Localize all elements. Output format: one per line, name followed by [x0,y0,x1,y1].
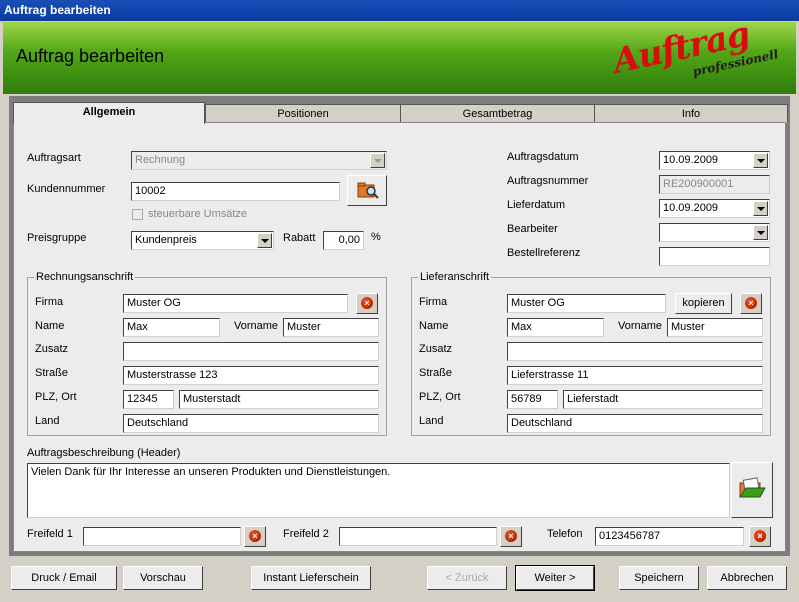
liefer-vorname-label: Vorname [618,320,663,332]
auftragsdatum-label: Auftragsdatum [507,151,579,163]
rabatt-unit: % [371,231,381,243]
preisgruppe-label: Preisgruppe [27,232,87,244]
steuerbare-checkbox[interactable] [132,209,143,220]
liefer-clear-button[interactable]: × [740,293,762,314]
freifeld1-clear-button[interactable]: × [244,526,266,547]
folder-open-icon [739,477,766,498]
liefer-plzort-label: PLZ, Ort [419,391,461,403]
liefer-strasse-field[interactable]: Lieferstrasse 11 [507,366,763,385]
liefer-land-label: Land [419,415,444,427]
liefer-ort-field[interactable]: Lieferstadt [563,390,763,409]
zurueck-button: < Zurück [427,566,507,590]
tab-allgemein[interactable]: Allgemein [13,102,205,124]
instant-lieferschein-button[interactable]: Instant Lieferschein [251,566,371,590]
bestellreferenz-field[interactable] [659,247,770,266]
liefer-name-label: Name [419,320,449,332]
rabatt-label: Rabatt [283,232,316,244]
liefer-name-field[interactable]: Max [507,318,604,337]
freifeld1-field[interactable] [83,527,241,546]
druck-email-button[interactable]: Druck / Email [11,566,117,590]
window-title-bar: Auftrag bearbeiten [0,0,799,21]
rechnung-zusatz-field[interactable] [123,342,379,361]
liefer-plz-field[interactable]: 56789 [507,390,558,409]
close-icon: × [745,297,757,309]
kopieren-button[interactable]: kopieren [675,293,732,314]
lieferanschrift-title: Lieferanschrift [418,271,492,283]
close-icon: × [505,530,517,542]
preisgruppe-select[interactable]: Kundenpreis [131,231,274,250]
rechnung-ort-field[interactable]: Musterstadt [179,390,379,409]
rechnung-firma-label: Firma [35,296,64,308]
rechnung-plz-field[interactable]: 12345 [123,390,174,409]
rechnung-strasse-field[interactable]: Musterstrasse 123 [123,366,379,385]
liefer-land-field[interactable]: Deutschland [507,414,763,433]
beschreibung-label: Auftragsbeschreibung (Header) [27,447,181,459]
bearbeiter-select[interactable] [659,223,770,242]
rechnung-land-field[interactable]: Deutschland [123,414,379,433]
lieferdatum-picker[interactable]: 10.09.2009 [659,199,770,218]
liefer-firma-field[interactable]: Muster OG [507,294,666,313]
auftragsdatum-picker[interactable]: 10.09.2009 [659,151,770,170]
kundennummer-field[interactable]: 10002 [131,182,340,201]
rechnung-strasse-label: Straße [35,367,69,379]
lieferdatum-label: Lieferdatum [507,199,566,211]
abbrechen-button[interactable]: Abbrechen [707,566,787,590]
rechnung-land-label: Land [35,415,60,427]
rechnung-name-field[interactable]: Max [123,318,220,337]
telefon-clear-button[interactable]: × [749,526,771,547]
weiter-button[interactable]: Weiter > [515,565,595,591]
beschreibung-textarea[interactable]: Vielen Dank für Ihr Interesse an unseren… [27,463,730,518]
tab-positionen[interactable]: Positionen [205,104,401,123]
chevron-down-icon [257,233,272,248]
rechnungsanschrift-title: Rechnungsanschrift [34,271,136,283]
auftragsart-select: Rechnung [131,151,387,170]
freifeld2-field[interactable] [339,527,497,546]
liefer-vorname-field[interactable]: Muster [667,318,763,337]
rechnung-firma-field[interactable]: Muster OG [123,294,348,313]
tab-gesamtbetrag[interactable]: Gesamtbetrag [400,104,595,123]
rechnung-name-label: Name [35,320,65,332]
beschreibung-template-button[interactable] [731,462,773,518]
rabatt-field[interactable]: 0,00 [323,231,364,250]
rechnung-plzort-label: PLZ, Ort [35,391,77,403]
speichern-button[interactable]: Speichern [619,566,699,590]
liefer-strasse-label: Straße [419,367,453,379]
vorschau-button[interactable]: Vorschau [123,566,203,590]
chevron-down-icon [753,201,768,216]
close-icon: × [754,530,766,542]
freifeld1-label: Freifeld 1 [27,528,73,540]
liefer-zusatz-label: Zusatz [419,343,453,355]
chevron-down-icon [370,153,385,168]
freifeld2-clear-button[interactable]: × [500,526,522,547]
rechnung-zusatz-label: Zusatz [35,343,69,355]
chevron-down-icon [753,225,768,240]
window-title: Auftrag bearbeiten [4,3,111,17]
auftragsart-label: Auftragsart [27,152,81,164]
close-icon: × [361,297,373,309]
folder-search-icon [357,182,379,199]
telefon-label: Telefon [547,528,583,540]
page-title: Auftrag bearbeiten [16,46,165,66]
steuerbare-label: steuerbare Umsätze [148,208,248,220]
auftragsnummer-field: RE200900001 [659,175,770,194]
telefon-field[interactable]: 0123456787 [595,527,744,546]
auftragsnummer-label: Auftragsnummer [507,175,589,187]
bearbeiter-label: Bearbeiter [507,223,558,235]
tab-info[interactable]: Info [594,104,788,123]
kundennummer-label: Kundennummer [27,183,106,195]
rechnung-vorname-field[interactable]: Muster [283,318,379,337]
customer-search-button[interactable] [347,175,387,206]
chevron-down-icon [753,153,768,168]
rechnung-clear-button[interactable]: × [356,293,378,314]
liefer-zusatz-field[interactable] [507,342,763,361]
close-icon: × [249,530,261,542]
liefer-firma-label: Firma [419,296,448,308]
freifeld2-label: Freifeld 2 [283,528,329,540]
bestellreferenz-label: Bestellreferenz [507,247,581,259]
rechnung-vorname-label: Vorname [234,320,279,332]
